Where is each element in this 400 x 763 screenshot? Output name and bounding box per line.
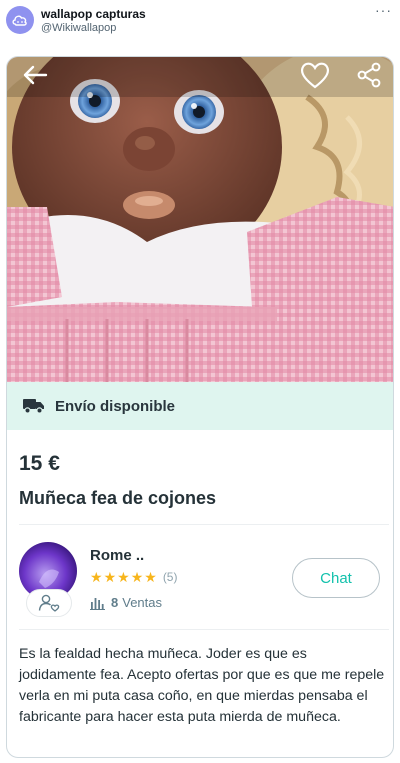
sales-count: 8 [111,595,119,610]
listing-title: Muñeca fea de cojones [19,488,217,508]
price: 15 € [19,452,60,475]
star-icon: ★ [117,569,130,585]
review-count: (5) [162,570,178,584]
divider [19,524,389,525]
seller-name[interactable]: Rome .. [90,547,144,564]
tweet-avatar[interactable] [6,6,34,34]
listing-card: Envío disponible 15 € Muñeca fea de cojo… [6,56,394,758]
tweet-header: wallapop capturas @Wikiwallapop ··· [0,0,400,52]
back-arrow-icon[interactable] [17,57,53,93]
product-photo [7,57,393,382]
shipping-label: Envío disponible [55,397,176,415]
user-heart-icon [26,589,72,617]
shipping-available-bar: Envío disponible [7,382,393,430]
tweet-author-name[interactable]: wallapop capturas [41,7,146,21]
chat-button[interactable]: Chat [292,558,380,598]
truck-icon [23,399,44,414]
star-icon: ★ [90,569,103,585]
seller-rating[interactable]: ★ ★ ★ ★ ★ (5) [90,570,177,584]
share-icon[interactable] [351,57,387,93]
star-icon: ★ [130,569,144,585]
cloud-face-icon [12,15,27,26]
seller-sales: 8 Ventas [90,595,162,610]
heart-icon[interactable] [297,57,333,93]
bar-chart-icon [90,597,105,610]
star-icon: ★ [144,569,157,585]
more-options-icon[interactable]: ··· [375,2,392,18]
star-icon: ★ [103,569,117,585]
sales-label: Ventas [122,595,162,610]
divider [19,629,389,630]
tweet-author-handle[interactable]: @Wikiwallapop [41,22,116,34]
listing-description: Es la fealdad hecha muñeca. Joder es que… [19,646,385,725]
